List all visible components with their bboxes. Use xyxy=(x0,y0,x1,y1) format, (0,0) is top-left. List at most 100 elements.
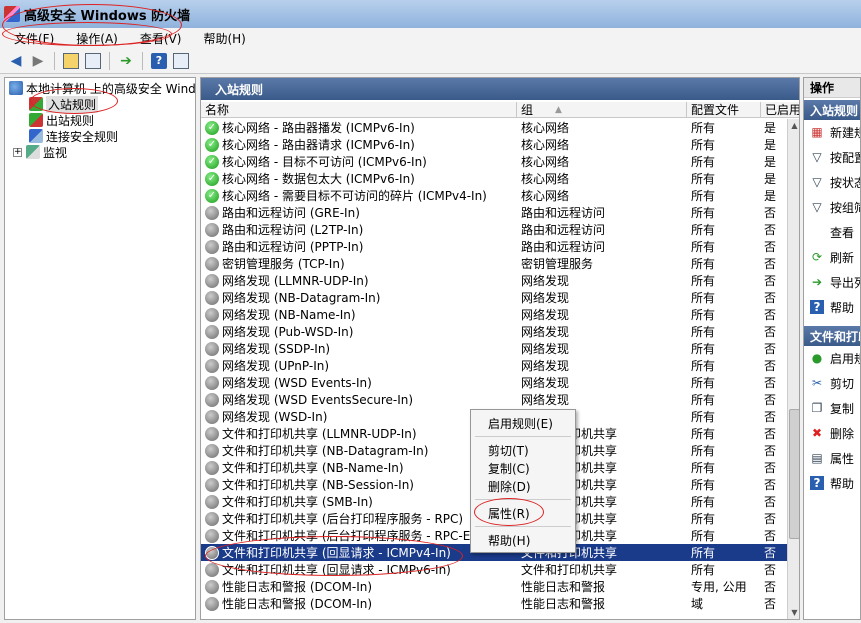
tree-root[interactable]: 本地计算机 上的高级安全 Windows 防火墙 xyxy=(9,80,195,96)
enable-rule-icon: ● xyxy=(811,351,823,365)
vertical-scrollbar[interactable]: ▲ ▼ xyxy=(787,119,799,619)
rule-disabled-icon xyxy=(205,545,219,560)
action-item[interactable]: ● 启用规则 xyxy=(804,348,860,368)
scroll-up-icon[interactable]: ▲ xyxy=(788,119,799,132)
rule-enabled-cell: 否 xyxy=(764,272,786,289)
cell-text: 网络发现 (UPnP-In) xyxy=(222,359,330,373)
cell-text: 路由和远程访问 (PPTP-In) xyxy=(222,240,364,254)
table-row[interactable]: 密钥管理服务 (TCP-In) 密钥管理服务 所有 否 xyxy=(201,255,787,272)
cell-text: 所有 xyxy=(691,444,716,458)
table-row[interactable]: ✓ 核心网络 - 数据包太大 (ICMPv6-In) 核心网络 所有是 xyxy=(201,170,787,187)
action-item[interactable]: ➔ 导出列表... xyxy=(804,272,860,292)
action-label: 帮助 xyxy=(830,476,855,491)
rule-name-cell: 网络发现 (WSD Events-In) xyxy=(205,374,520,391)
rule-disabled-icon xyxy=(205,477,219,492)
tree-item-inbound-rules[interactable]: 入站规则 xyxy=(29,95,99,113)
cell-text: 所有 xyxy=(691,512,716,526)
back-arrow-icon[interactable]: ◀ xyxy=(6,51,26,71)
cell-text: 所有 xyxy=(691,325,716,339)
toolbar-divider xyxy=(54,51,55,70)
toolbar-divider xyxy=(142,51,143,70)
cell-text: 文件和打印机共享 (后台打印程序服务 - RPC-EPMAP) xyxy=(222,529,509,543)
column-header-enabled[interactable]: 已启用 xyxy=(761,102,799,118)
cell-text: 所有 xyxy=(691,376,716,390)
action-item[interactable]: ▤ 属性 xyxy=(804,448,860,468)
context-menu-help[interactable]: 帮助(H) xyxy=(473,531,573,549)
rule-name-cell: ✓ 核心网络 - 路由器请求 (ICMPv6-In) xyxy=(205,136,520,153)
table-row[interactable]: 网络发现 (NB-Datagram-In) 网络发现 所有 否 xyxy=(201,289,787,306)
actions-section-rule[interactable]: 文件和打印机共享 xyxy=(804,326,860,346)
rule-enabled-check-icon: ✓ xyxy=(205,137,219,152)
action-item[interactable]: ? 帮助 xyxy=(804,473,860,493)
tree-item-monitoring[interactable]: + 监视 xyxy=(13,144,67,160)
table-row[interactable]: 网络发现 (SSDP-In) 网络发现 所有 否 xyxy=(201,340,787,357)
column-header-group[interactable]: 组 ▲ xyxy=(517,102,687,118)
context-menu-properties[interactable]: 属性(R) xyxy=(473,504,573,522)
action-item[interactable]: ⟳ 刷新 xyxy=(804,247,860,267)
table-row[interactable]: ✓ 核心网络 - 需要目标不可访问的碎片 (ICMPv4-In) 核心网络 所有是 xyxy=(201,187,787,204)
table-row[interactable]: 网络发现 (Pub-WSD-In) 网络发现 所有 否 xyxy=(201,323,787,340)
action-label: 按配置文件筛选 xyxy=(830,150,860,165)
table-row[interactable]: 网络发现 (UPnP-In) 网络发现 所有 否 xyxy=(201,357,787,374)
context-menu-delete[interactable]: 删除(D) xyxy=(473,477,573,495)
table-row[interactable]: ✓ 核心网络 - 路由器请求 (ICMPv6-In) 核心网络 所有是 xyxy=(201,136,787,153)
table-row[interactable]: 网络发现 (NB-Name-In) 网络发现 所有 否 xyxy=(201,306,787,323)
menu-view[interactable]: 查看(V) xyxy=(126,30,190,47)
action-item[interactable]: ✂ 剪切 xyxy=(804,373,860,393)
computer-firewall-icon xyxy=(9,81,23,95)
rule-name-cell: ✓ 核心网络 - 目标不可访问 (ICMPv6-In) xyxy=(205,153,520,170)
column-header-profile[interactable]: 配置文件 xyxy=(687,102,761,118)
context-menu-cut[interactable]: 剪切(T) xyxy=(473,441,573,459)
action-item[interactable]: ▽ 按组筛选 xyxy=(804,197,860,217)
table-row[interactable]: 性能日志和警报 (DCOM-In) 性能日志和警报 域 否 xyxy=(201,595,787,612)
rule-enabled-cell: 否 xyxy=(764,425,786,442)
scrollbar-thumb[interactable] xyxy=(789,409,799,539)
table-row[interactable]: 文件和打印机共享 (回显请求 - ICMPv6-In) 文件和打印机共享 所有 否 xyxy=(201,561,787,578)
rule-profile-cell: 所有 xyxy=(691,459,761,476)
forward-arrow-icon[interactable]: ▶ xyxy=(28,51,48,71)
action-item[interactable]: ▽ 按配置文件筛选 xyxy=(804,147,860,167)
table-row[interactable]: 性能日志和警报 (DCOM-In) 性能日志和警报 专用, 公用 否 xyxy=(201,578,787,595)
expand-icon[interactable]: + xyxy=(13,147,22,157)
table-row[interactable]: 网络发现 (WSD EventsSecure-In) 网络发现 所有 否 xyxy=(201,391,787,408)
scroll-down-icon[interactable]: ▼ xyxy=(788,606,799,619)
table-row[interactable]: 网络发现 (LLMNR-UDP-In) 网络发现 所有 否 xyxy=(201,272,787,289)
table-row[interactable]: ✓ 核心网络 - 目标不可访问 (ICMPv6-In) 核心网络 所有是 xyxy=(201,153,787,170)
show-hide-action-pane-icon[interactable] xyxy=(171,51,191,71)
cell-text: 是 xyxy=(764,172,777,186)
help-icon[interactable]: ? xyxy=(149,51,169,71)
table-row[interactable]: 路由和远程访问 (GRE-In) 路由和远程访问 所有 否 xyxy=(201,204,787,221)
tree-item-outbound-rules[interactable]: 出站规则 xyxy=(29,112,94,128)
menu-action[interactable]: 操作(A) xyxy=(62,30,126,47)
show-hide-tree-icon[interactable] xyxy=(83,51,103,71)
action-item[interactable]: ✖ 删除 xyxy=(804,423,860,443)
menu-help[interactable]: 帮助(H) xyxy=(189,30,253,47)
window-title-bar[interactable]: 高级安全 Windows 防火墙 xyxy=(0,0,861,28)
action-item[interactable]: ? 帮助 xyxy=(804,297,860,317)
actions-section-inbound[interactable]: 入站规则 xyxy=(804,100,860,120)
action-item[interactable]: 查看 xyxy=(804,222,860,242)
cell-text: 所有 xyxy=(691,529,716,543)
rule-name-cell: 路由和远程访问 (GRE-In) xyxy=(205,204,520,221)
menu-file[interactable]: 文件(F) xyxy=(0,30,62,47)
action-item[interactable]: ▦ 新建规则... xyxy=(804,122,860,142)
menu-bar: 文件(F) 操作(A) 查看(V) 帮助(H) xyxy=(0,28,861,48)
action-item[interactable]: ▽ 按状态筛选 xyxy=(804,172,860,192)
cell-text: 网络发现 (Pub-WSD-In) xyxy=(222,325,354,339)
column-header-name[interactable]: 名称 xyxy=(201,102,517,118)
cell-text: 所有 xyxy=(691,308,716,322)
table-row[interactable]: 路由和远程访问 (L2TP-In) 路由和远程访问 所有 否 xyxy=(201,221,787,238)
context-menu-copy[interactable]: 复制(C) xyxy=(473,459,573,477)
delete-icon: ✖ xyxy=(811,426,823,440)
table-row[interactable]: ✓ 核心网络 - 路由器播发 (ICMPv6-In) 核心网络 所有是 xyxy=(201,119,787,136)
table-row[interactable]: 路由和远程访问 (PPTP-In) 路由和远程访问 所有 否 xyxy=(201,238,787,255)
up-folder-icon[interactable] xyxy=(61,51,81,71)
table-row[interactable]: 网络发现 (WSD Events-In) 网络发现 所有 否 xyxy=(201,374,787,391)
export-list-icon[interactable]: ➔ xyxy=(116,51,136,71)
rule-enabled-cell: 否 xyxy=(764,306,786,323)
rule-group-cell: 网络发现 xyxy=(521,272,687,289)
tree-item-connection-security-rules[interactable]: 连接安全规则 xyxy=(29,128,118,144)
cell-text: 否 xyxy=(764,478,777,492)
context-menu-enable-rule[interactable]: 启用规则(E) xyxy=(473,414,573,432)
action-item[interactable]: ❐ 复制 xyxy=(804,398,860,418)
